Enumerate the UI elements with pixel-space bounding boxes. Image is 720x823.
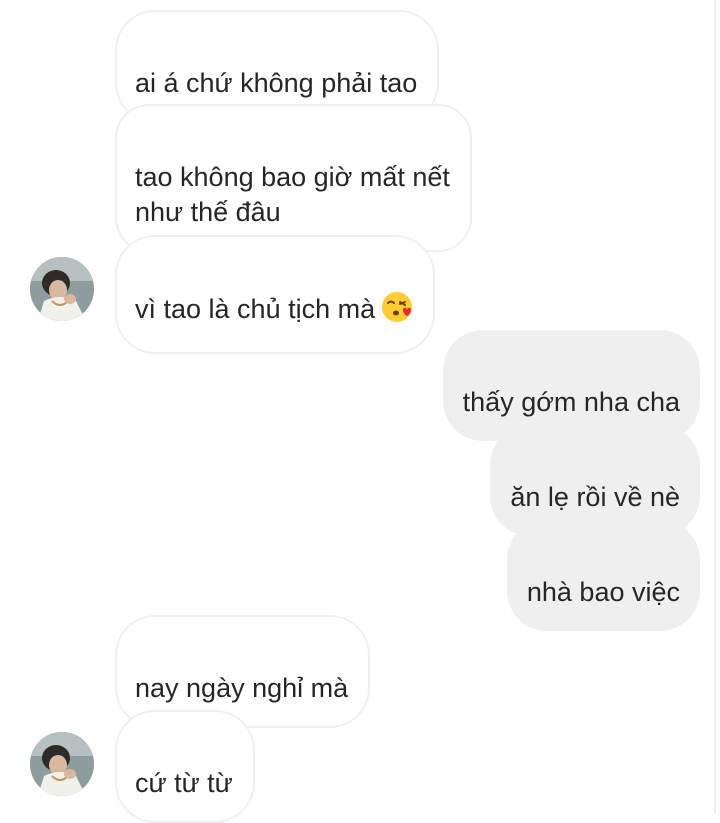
message-text: cứ từ từ: [135, 768, 233, 798]
message-bubble-incoming[interactable]: tao không bao giờ mất nết như thế đâu: [115, 104, 472, 252]
contact-avatar[interactable]: [30, 257, 94, 321]
avatar-photo-icon: [30, 732, 94, 796]
message-text: tao không bao giờ mất nết như thế đâu: [135, 162, 450, 227]
message-bubble-incoming[interactable]: vì tao là chủ tịch mà: [115, 235, 436, 354]
message-bubble-outgoing[interactable]: nhà bao việc: [506, 520, 700, 631]
scrollbar-track[interactable]: [714, 0, 716, 814]
message-text: thấy gớm nha cha: [462, 387, 680, 417]
avatar-photo-icon: [30, 257, 94, 321]
message-text: ai á chứ không phải tao: [135, 68, 418, 98]
message-text: nay ngày nghỉ mà: [135, 673, 349, 703]
message-text: nhà bao việc: [526, 577, 680, 607]
face-blowing-kiss-emoji: [381, 291, 413, 332]
message-bubble-incoming[interactable]: cứ từ từ: [115, 710, 255, 823]
message-text: vì tao là chủ tịch mà: [135, 294, 376, 324]
contact-avatar[interactable]: [30, 732, 94, 796]
message-text: ăn lẹ rồi về nè: [510, 482, 680, 512]
